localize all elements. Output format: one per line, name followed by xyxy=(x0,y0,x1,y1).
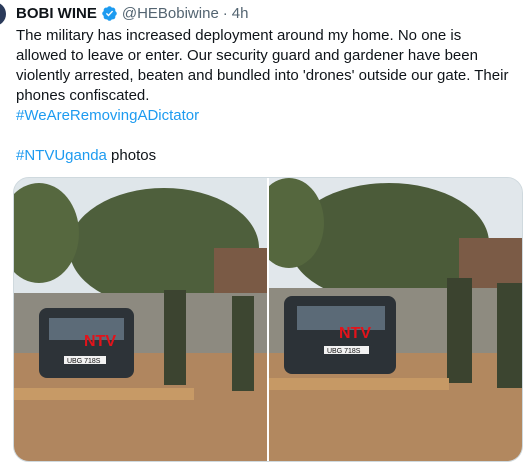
tweet-timestamp[interactable]: 4h xyxy=(232,5,249,22)
avatar[interactable] xyxy=(0,2,6,26)
license-plate: UBG 718S xyxy=(67,358,101,365)
separator-dot: · xyxy=(222,4,228,22)
tweet-photo-1[interactable]: NTV UBG 718S xyxy=(14,178,267,461)
photo-watermark: NTV xyxy=(339,325,371,342)
photo-watermark: NTV xyxy=(84,333,116,350)
verified-badge-icon xyxy=(102,5,117,21)
tweet-text: The military has increased deployment ar… xyxy=(16,27,509,104)
tweet-media: NTV UBG 718S NTV UBG 718S xyxy=(13,177,523,462)
tweet-body: The military has increased deployment ar… xyxy=(16,26,516,166)
tweet-header: BOBI WINE @HEBobiwine · 4h xyxy=(16,3,248,23)
author-name[interactable]: BOBI WINE xyxy=(16,5,97,22)
tweet-photo-2[interactable]: NTV UBG 718S xyxy=(269,178,522,461)
tweet-text-suffix: photos xyxy=(106,147,157,164)
author-handle[interactable]: @HEBobiwine xyxy=(122,5,219,22)
hashtag-link[interactable]: #WeAreRemovingADictator xyxy=(16,107,199,124)
hashtag-link-ntv[interactable]: #NTVUganda xyxy=(16,147,107,164)
license-plate: UBG 718S xyxy=(327,348,361,355)
